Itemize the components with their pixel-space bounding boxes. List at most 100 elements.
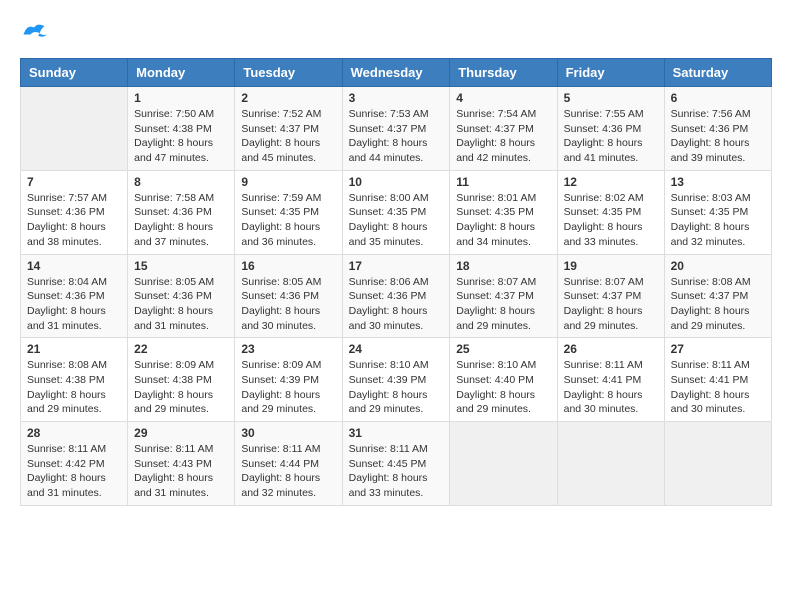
day-number: 14 [27, 259, 121, 273]
calendar-cell: 12 Sunrise: 8:02 AMSunset: 4:35 PMDayligh… [557, 170, 664, 254]
day-number: 23 [241, 342, 335, 356]
cell-content: Sunrise: 7:54 AMSunset: 4:37 PMDaylight:… [456, 107, 550, 166]
day-number: 12 [564, 175, 658, 189]
day-number: 4 [456, 91, 550, 105]
calendar-cell: 3 Sunrise: 7:53 AMSunset: 4:37 PMDaylight… [342, 87, 450, 171]
cell-content: Sunrise: 8:11 AMSunset: 4:44 PMDaylight:… [241, 442, 335, 501]
day-number: 1 [134, 91, 228, 105]
day-number: 31 [349, 426, 444, 440]
day-number: 18 [456, 259, 550, 273]
day-number: 3 [349, 91, 444, 105]
day-number: 7 [27, 175, 121, 189]
cell-content: Sunrise: 8:01 AMSunset: 4:35 PMDaylight:… [456, 191, 550, 250]
weekday-header: Saturday [664, 59, 771, 87]
day-number: 13 [671, 175, 765, 189]
calendar-header-row: SundayMondayTuesdayWednesdayThursdayFrid… [21, 59, 772, 87]
cell-content: Sunrise: 8:08 AMSunset: 4:37 PMDaylight:… [671, 275, 765, 334]
cell-content: Sunrise: 8:11 AMSunset: 4:41 PMDaylight:… [671, 358, 765, 417]
calendar-cell: 11 Sunrise: 8:01 AMSunset: 4:35 PMDayligh… [450, 170, 557, 254]
weekday-header: Friday [557, 59, 664, 87]
cell-content: Sunrise: 8:04 AMSunset: 4:36 PMDaylight:… [27, 275, 121, 334]
day-number: 6 [671, 91, 765, 105]
cell-content: Sunrise: 8:07 AMSunset: 4:37 PMDaylight:… [456, 275, 550, 334]
calendar-table: SundayMondayTuesdayWednesdayThursdayFrid… [20, 58, 772, 506]
day-number: 16 [241, 259, 335, 273]
cell-content: Sunrise: 8:02 AMSunset: 4:35 PMDaylight:… [564, 191, 658, 250]
calendar-cell: 22 Sunrise: 8:09 AMSunset: 4:38 PMDayligh… [128, 338, 235, 422]
page-header [20, 20, 772, 42]
weekday-header: Wednesday [342, 59, 450, 87]
cell-content: Sunrise: 7:57 AMSunset: 4:36 PMDaylight:… [27, 191, 121, 250]
calendar-cell: 9 Sunrise: 7:59 AMSunset: 4:35 PMDaylight… [235, 170, 342, 254]
day-number: 27 [671, 342, 765, 356]
cell-content: Sunrise: 8:10 AMSunset: 4:39 PMDaylight:… [349, 358, 444, 417]
cell-content: Sunrise: 8:05 AMSunset: 4:36 PMDaylight:… [241, 275, 335, 334]
cell-content: Sunrise: 8:10 AMSunset: 4:40 PMDaylight:… [456, 358, 550, 417]
day-number: 20 [671, 259, 765, 273]
calendar-cell: 26 Sunrise: 8:11 AMSunset: 4:41 PMDayligh… [557, 338, 664, 422]
calendar-cell: 1 Sunrise: 7:50 AMSunset: 4:38 PMDaylight… [128, 87, 235, 171]
day-number: 22 [134, 342, 228, 356]
day-number: 9 [241, 175, 335, 189]
cell-content: Sunrise: 7:52 AMSunset: 4:37 PMDaylight:… [241, 107, 335, 166]
cell-content: Sunrise: 7:50 AMSunset: 4:38 PMDaylight:… [134, 107, 228, 166]
cell-content: Sunrise: 8:11 AMSunset: 4:41 PMDaylight:… [564, 358, 658, 417]
day-number: 29 [134, 426, 228, 440]
cell-content: Sunrise: 8:00 AMSunset: 4:35 PMDaylight:… [349, 191, 444, 250]
calendar-cell [21, 87, 128, 171]
cell-content: Sunrise: 8:06 AMSunset: 4:36 PMDaylight:… [349, 275, 444, 334]
cell-content: Sunrise: 7:59 AMSunset: 4:35 PMDaylight:… [241, 191, 335, 250]
day-number: 24 [349, 342, 444, 356]
calendar-cell: 24 Sunrise: 8:10 AMSunset: 4:39 PMDayligh… [342, 338, 450, 422]
cell-content: Sunrise: 8:09 AMSunset: 4:39 PMDaylight:… [241, 358, 335, 417]
weekday-header: Monday [128, 59, 235, 87]
cell-content: Sunrise: 7:53 AMSunset: 4:37 PMDaylight:… [349, 107, 444, 166]
day-number: 8 [134, 175, 228, 189]
cell-content: Sunrise: 8:09 AMSunset: 4:38 PMDaylight:… [134, 358, 228, 417]
day-number: 5 [564, 91, 658, 105]
calendar-cell: 7 Sunrise: 7:57 AMSunset: 4:36 PMDaylight… [21, 170, 128, 254]
calendar-cell: 21Sunrise: 8:08 AMSunset: 4:38 PMDayligh… [21, 338, 128, 422]
day-number: 21 [27, 342, 121, 356]
cell-content: Sunrise: 8:11 AMSunset: 4:42 PMDaylight:… [27, 442, 121, 501]
calendar-cell: 16 Sunrise: 8:05 AMSunset: 4:36 PMDayligh… [235, 254, 342, 338]
calendar-week-row: 1 Sunrise: 7:50 AMSunset: 4:38 PMDaylight… [21, 87, 772, 171]
cell-content: Sunrise: 8:03 AMSunset: 4:35 PMDaylight:… [671, 191, 765, 250]
calendar-cell: 31 Sunrise: 8:11 AMSunset: 4:45 PMDayligh… [342, 422, 450, 506]
logo [20, 20, 52, 42]
calendar-cell: 13 Sunrise: 8:03 AMSunset: 4:35 PMDayligh… [664, 170, 771, 254]
cell-content: Sunrise: 8:05 AMSunset: 4:36 PMDaylight:… [134, 275, 228, 334]
calendar-cell: 4 Sunrise: 7:54 AMSunset: 4:37 PMDaylight… [450, 87, 557, 171]
calendar-week-row: 7 Sunrise: 7:57 AMSunset: 4:36 PMDaylight… [21, 170, 772, 254]
cell-content: Sunrise: 7:56 AMSunset: 4:36 PMDaylight:… [671, 107, 765, 166]
calendar-cell: 17 Sunrise: 8:06 AMSunset: 4:36 PMDayligh… [342, 254, 450, 338]
weekday-header: Sunday [21, 59, 128, 87]
day-number: 11 [456, 175, 550, 189]
day-number: 17 [349, 259, 444, 273]
cell-content: Sunrise: 8:07 AMSunset: 4:37 PMDaylight:… [564, 275, 658, 334]
calendar-cell: 14 Sunrise: 8:04 AMSunset: 4:36 PMDayligh… [21, 254, 128, 338]
calendar-cell [450, 422, 557, 506]
calendar-cell: 30 Sunrise: 8:11 AMSunset: 4:44 PMDayligh… [235, 422, 342, 506]
day-number: 10 [349, 175, 444, 189]
calendar-cell: 27 Sunrise: 8:11 AMSunset: 4:41 PMDayligh… [664, 338, 771, 422]
day-number: 25 [456, 342, 550, 356]
calendar-cell: 20 Sunrise: 8:08 AMSunset: 4:37 PMDayligh… [664, 254, 771, 338]
calendar-cell: 15Sunrise: 8:05 AMSunset: 4:36 PMDayligh… [128, 254, 235, 338]
weekday-header: Thursday [450, 59, 557, 87]
calendar-week-row: 28 Sunrise: 8:11 AMSunset: 4:42 PMDayligh… [21, 422, 772, 506]
cell-content: Sunrise: 8:11 AMSunset: 4:45 PMDaylight:… [349, 442, 444, 501]
cell-content: Sunrise: 8:11 AMSunset: 4:43 PMDaylight:… [134, 442, 228, 501]
calendar-cell: 19 Sunrise: 8:07 AMSunset: 4:37 PMDayligh… [557, 254, 664, 338]
day-number: 19 [564, 259, 658, 273]
calendar-cell: 28 Sunrise: 8:11 AMSunset: 4:42 PMDayligh… [21, 422, 128, 506]
calendar-cell: 10 Sunrise: 8:00 AMSunset: 4:35 PMDayligh… [342, 170, 450, 254]
calendar-cell: 29 Sunrise: 8:11 AMSunset: 4:43 PMDayligh… [128, 422, 235, 506]
calendar-cell: 25 Sunrise: 8:10 AMSunset: 4:40 PMDayligh… [450, 338, 557, 422]
weekday-header: Tuesday [235, 59, 342, 87]
calendar-cell [557, 422, 664, 506]
day-number: 26 [564, 342, 658, 356]
day-number: 30 [241, 426, 335, 440]
calendar-cell: 23 Sunrise: 8:09 AMSunset: 4:39 PMDayligh… [235, 338, 342, 422]
day-number: 28 [27, 426, 121, 440]
